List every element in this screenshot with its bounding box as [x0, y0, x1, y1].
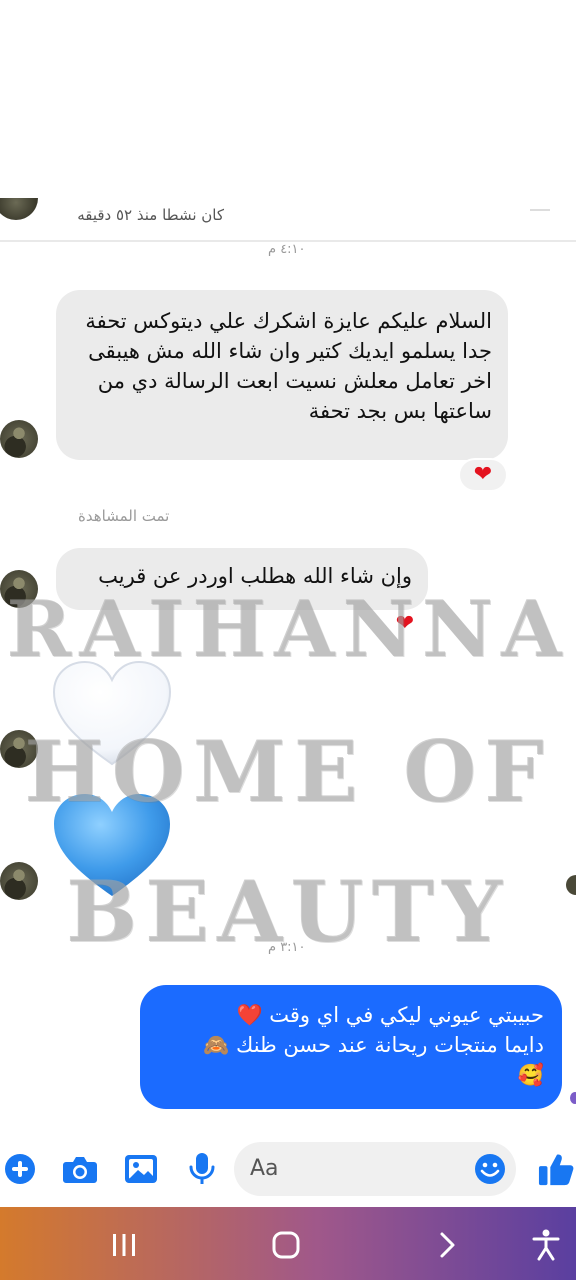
recent-apps-icon[interactable]: [104, 1225, 144, 1265]
microphone-icon[interactable]: [184, 1151, 220, 1187]
gallery-icon[interactable]: [123, 1151, 159, 1187]
active-status-text: كان نشطا منذ ٥٢ دقيقه: [77, 206, 224, 224]
message-reaction[interactable]: ❤: [460, 460, 506, 490]
watermark-line: HOME OF: [24, 722, 552, 821]
message-text-line: دايما منتجات ريحانة عند حسن ظنك 🙈: [203, 1033, 544, 1057]
watermark-line: BEAUTY: [66, 862, 510, 961]
emoji-icon[interactable]: [474, 1153, 506, 1185]
message-text-line: 🥰: [517, 1063, 544, 1087]
home-icon[interactable]: [266, 1225, 306, 1265]
message-text-line: حبيبتي عيوني ليكي في اي وقت ❤️: [236, 1003, 544, 1027]
delivery-status-icon: [570, 1092, 576, 1104]
message-composer: Aa: [0, 1134, 576, 1204]
sender-avatar[interactable]: [0, 420, 38, 458]
top-blank-area: [0, 0, 576, 195]
header-divider: [530, 209, 550, 215]
seen-label: تمت المشاهدة: [78, 507, 170, 525]
thumbs-up-icon[interactable]: [538, 1151, 574, 1187]
contact-avatar[interactable]: [0, 198, 38, 220]
accessibility-icon[interactable]: [526, 1225, 566, 1265]
message-input-placeholder: Aa: [250, 1156, 279, 1181]
incoming-message-bubble[interactable]: السلام عليكم عايزة اشكرك علي ديتوكس تحفة…: [56, 290, 508, 460]
watermark-line: RAIHANNA: [6, 584, 570, 675]
camera-icon[interactable]: [62, 1151, 98, 1187]
message-timestamp: ٤:١٠ م: [268, 242, 306, 257]
chat-header: كان نشطا منذ ٥٢ دقيقه: [0, 196, 576, 242]
system-navigation-bar: [0, 1207, 576, 1280]
message-input[interactable]: Aa: [234, 1142, 516, 1196]
back-icon[interactable]: [428, 1225, 468, 1265]
outgoing-message-bubble[interactable]: حبيبتي عيوني ليكي في اي وقت ❤️ دايما منت…: [140, 985, 562, 1109]
message-text: السلام عليكم عايزة اشكرك علي ديتوكس تحفة…: [85, 309, 492, 423]
red-heart-icon: ❤: [473, 462, 493, 487]
plus-icon[interactable]: [2, 1151, 38, 1187]
